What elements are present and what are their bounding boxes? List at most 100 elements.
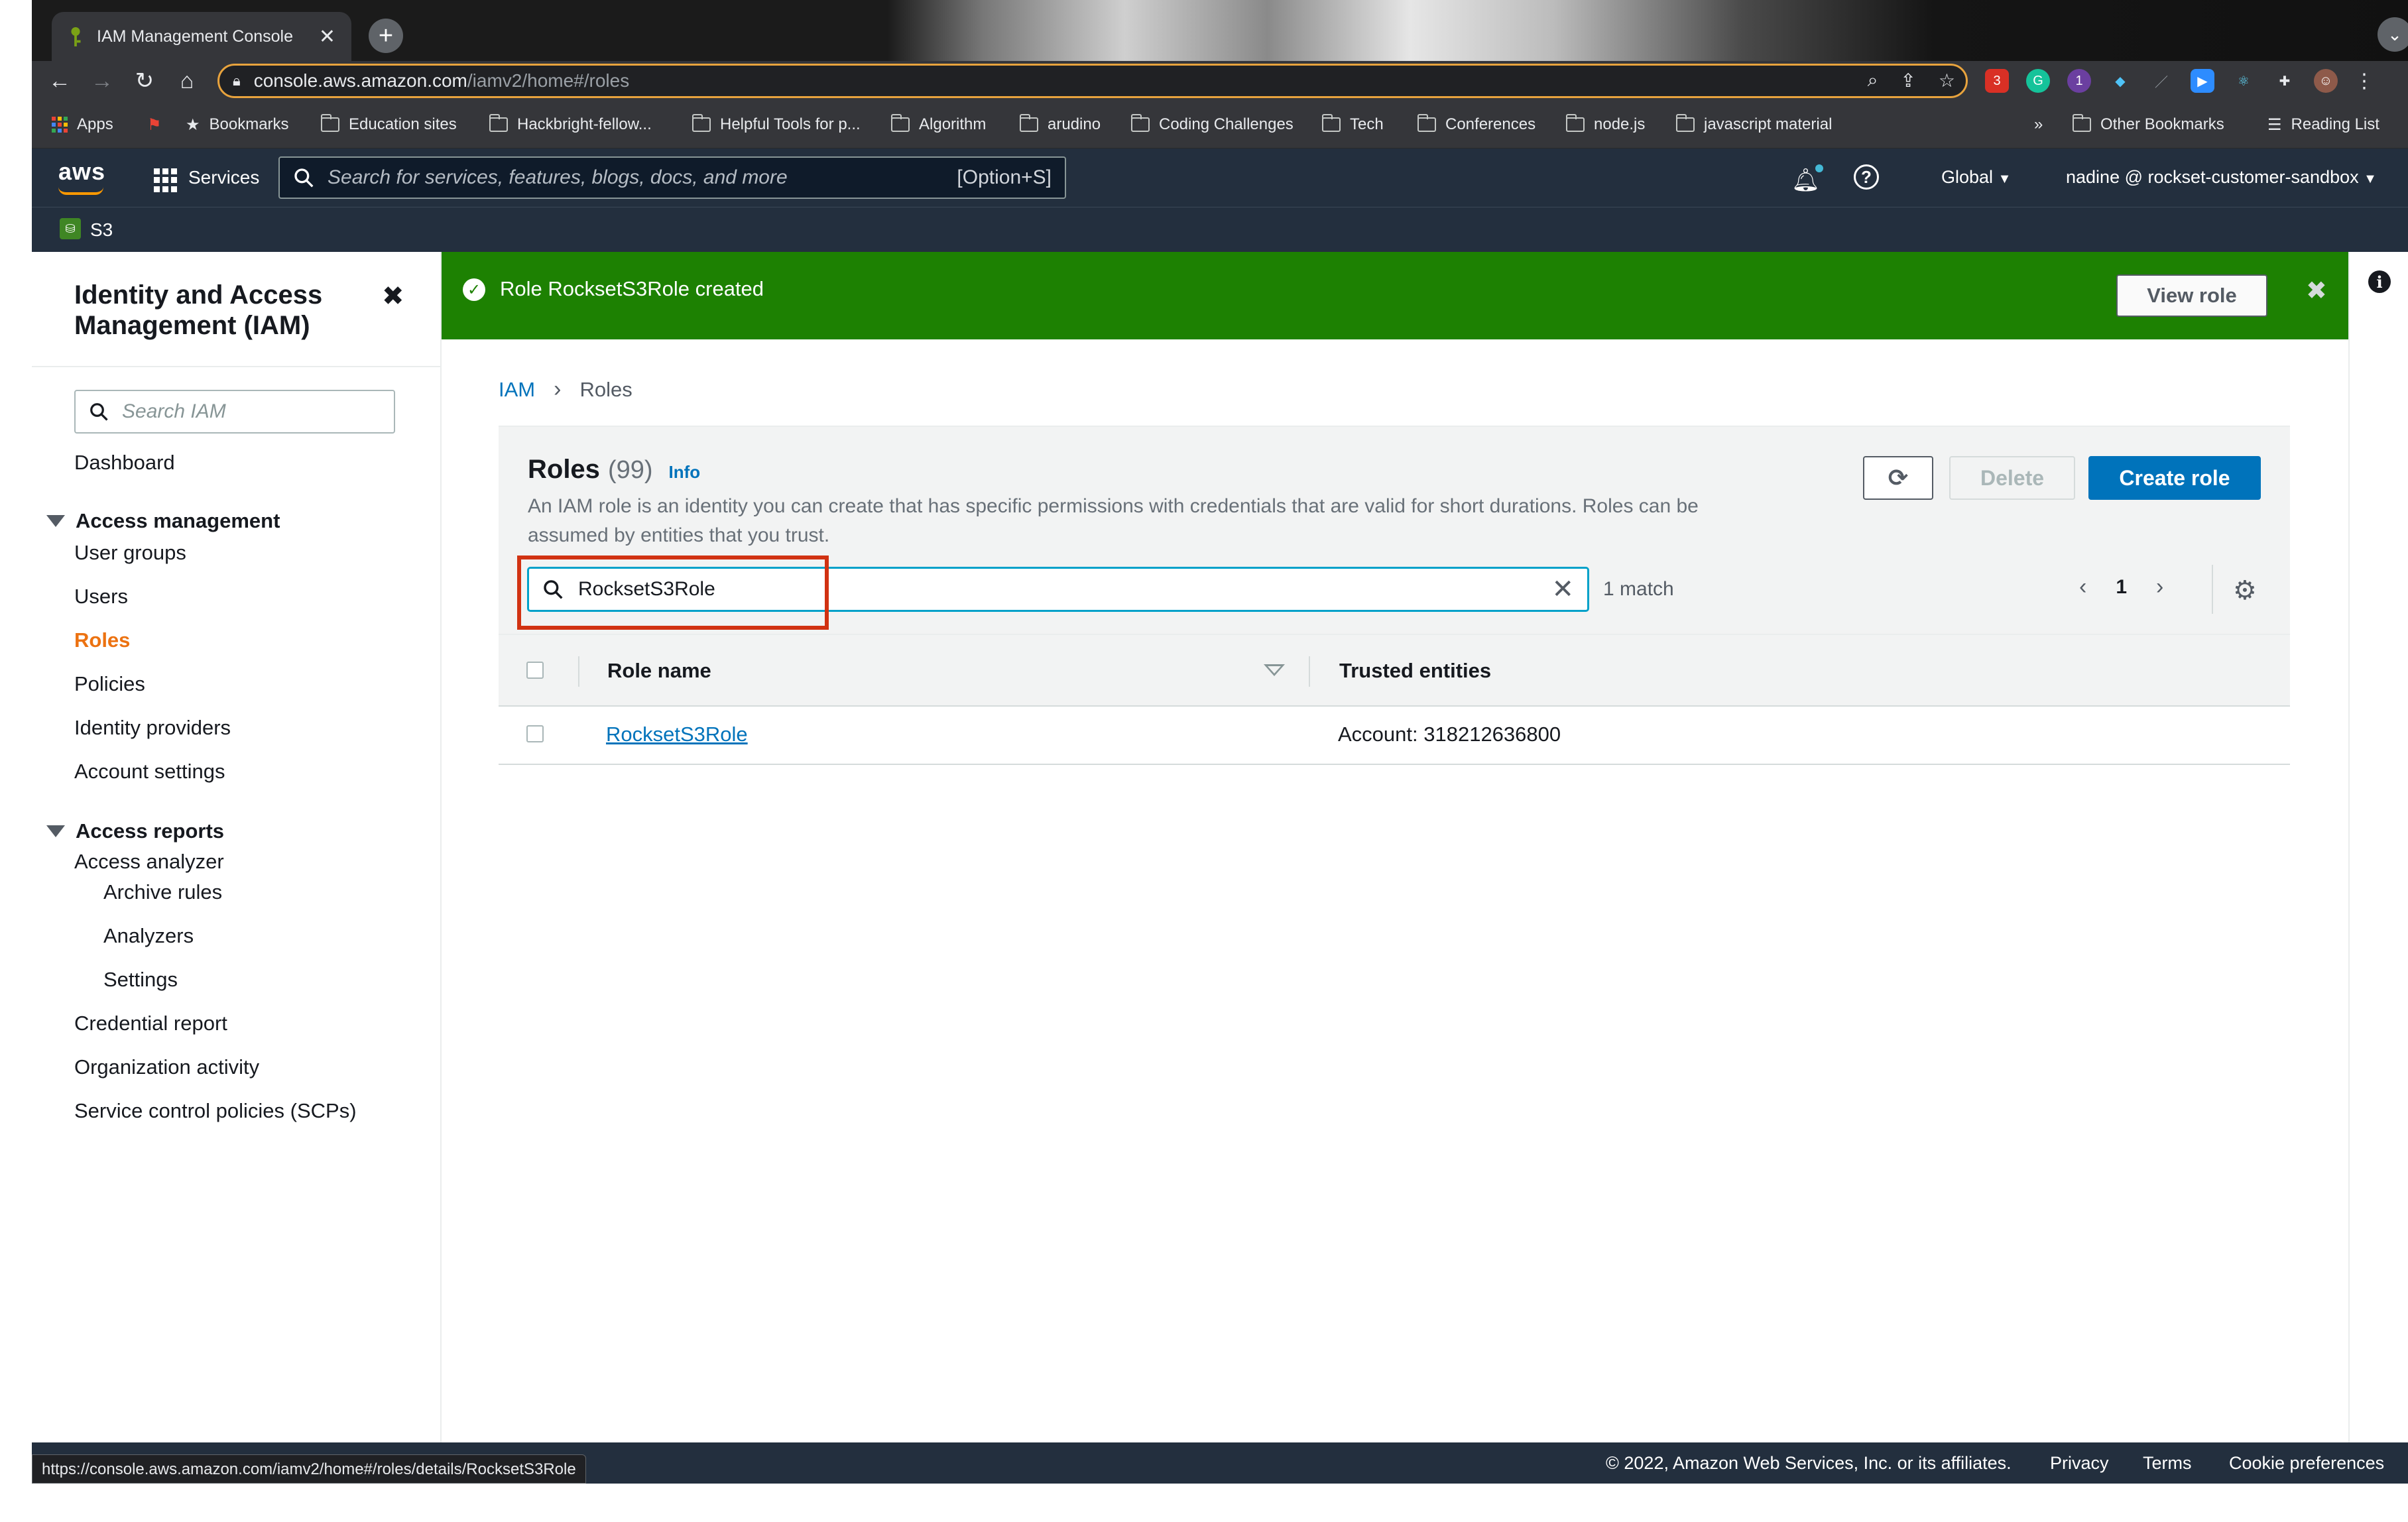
column-header-trusted-entities[interactable]: Trusted entities bbox=[1339, 659, 1491, 683]
sidebar-item-analyzers[interactable]: Analyzers bbox=[103, 924, 194, 948]
star-icon: ★ bbox=[186, 115, 200, 134]
bookmark-folder[interactable]: javascript material bbox=[1676, 113, 1832, 137]
sidebar-item-identity-providers[interactable]: Identity providers bbox=[74, 716, 231, 740]
bookmark-folder[interactable]: Coding Challenges bbox=[1131, 113, 1294, 137]
extension-zoom-icon[interactable]: ▶ bbox=[2191, 69, 2214, 93]
dismiss-flash-icon[interactable]: ✖ bbox=[2306, 276, 2327, 306]
browser-status-url: https://console.aws.amazon.com/iamv2/hom… bbox=[32, 1454, 586, 1484]
close-navigation-icon[interactable]: ✖ bbox=[382, 281, 404, 312]
extension-react-icon[interactable]: ⚛ bbox=[2232, 69, 2256, 93]
reload-icon[interactable]: ↻ bbox=[130, 66, 159, 95]
account-menu[interactable]: nadine @ rockset-customer-sandbox ▼ bbox=[2066, 167, 2377, 188]
sidebar-section-access-reports[interactable]: Access reports bbox=[46, 819, 224, 843]
breadcrumb-iam[interactable]: IAM bbox=[499, 378, 535, 402]
create-role-button[interactable]: Create role bbox=[2088, 456, 2261, 500]
aws-global-search[interactable]: Search for services, features, blogs, do… bbox=[278, 156, 1066, 199]
bookmark-folder[interactable]: Helpful Tools for p... bbox=[692, 113, 861, 137]
tab-search-icon[interactable]: ⌄ bbox=[2378, 17, 2408, 52]
address-bar[interactable]: 🔒︎ console.aws.amazon.com/iamv2/home#/ro… bbox=[217, 64, 1968, 98]
extension-diamond-icon[interactable]: ◆ bbox=[2108, 69, 2132, 93]
browser-menu-icon[interactable]: ⋮ bbox=[2352, 69, 2376, 93]
sidebar-section-access-management[interactable]: Access management bbox=[46, 509, 280, 533]
trusted-entities-cell: Account: 318212636800 bbox=[1338, 723, 1561, 746]
refresh-icon: ⟳ bbox=[1888, 464, 1909, 491]
region-selector[interactable]: Global ▼ bbox=[1941, 167, 2011, 188]
home-icon[interactable]: ⌂ bbox=[172, 66, 202, 95]
column-header-role-name[interactable]: Role name bbox=[607, 659, 711, 683]
bookmark-folder[interactable]: Conferences bbox=[1417, 113, 1535, 137]
new-tab-icon[interactable]: + bbox=[369, 19, 403, 53]
folder-icon bbox=[692, 114, 711, 132]
bookmark-folder[interactable]: Algorithm bbox=[891, 113, 986, 137]
sidebar-item-access-analyzer[interactable]: Access analyzer bbox=[74, 850, 224, 874]
footer-privacy-link[interactable]: Privacy bbox=[2050, 1453, 2109, 1474]
sidebar-item-credential-report[interactable]: Credential report bbox=[74, 1012, 227, 1035]
table-settings-gear-icon[interactable]: ⚙ bbox=[2233, 575, 2257, 606]
extension-pen-icon[interactable]: ／ bbox=[2149, 69, 2173, 93]
sidebar-item-user-groups[interactable]: User groups bbox=[74, 541, 186, 565]
sidebar-item-settings[interactable]: Settings bbox=[103, 968, 178, 992]
page-number[interactable]: 1 bbox=[2116, 576, 2127, 599]
services-grid-icon[interactable] bbox=[154, 168, 178, 192]
sidebar-item-organization-activity[interactable]: Organization activity bbox=[74, 1055, 259, 1079]
info-link[interactable]: Info bbox=[669, 462, 701, 483]
pinned-service-s3[interactable]: S3 bbox=[90, 219, 113, 241]
bookmark-folder[interactable]: arudino bbox=[1020, 113, 1101, 137]
extension-color-icon[interactable]: 1 bbox=[2067, 69, 2091, 93]
role-name-link[interactable]: RocksetS3Role bbox=[606, 723, 748, 746]
next-page-icon[interactable]: › bbox=[2156, 574, 2163, 600]
search-icon bbox=[294, 168, 314, 188]
bookmark-folder[interactable]: Hackbright-fellow... bbox=[489, 113, 652, 137]
bookmark-folder[interactable]: node.js bbox=[1566, 113, 1645, 137]
share-icon[interactable]: ⇪ bbox=[1900, 70, 1915, 91]
flash-message: Role RocksetS3Role created bbox=[500, 277, 764, 300]
sort-descending-icon[interactable] bbox=[1264, 664, 1285, 676]
iam-side-navigation: Identity and Access Management (IAM) ✖ S… bbox=[32, 252, 442, 1442]
browser-tabstrip: IAM Management Console ✕ + ⌄ bbox=[32, 0, 2408, 61]
sidebar-item-roles[interactable]: Roles bbox=[74, 628, 130, 652]
refresh-button[interactable]: ⟳ bbox=[1863, 456, 1933, 500]
tab-close-icon[interactable]: ✕ bbox=[319, 25, 335, 48]
bookmark-bookmarks[interactable]: ★ Bookmarks bbox=[186, 113, 289, 137]
extension-grammarly-icon[interactable]: G bbox=[2026, 69, 2050, 93]
sidebar-item-scps[interactable]: Service control policies (SCPs) bbox=[74, 1099, 357, 1123]
delete-button[interactable]: Delete bbox=[1949, 456, 2075, 500]
footer-cookie-preferences-link[interactable]: Cookie preferences bbox=[2229, 1453, 2384, 1474]
notifications-bell-icon[interactable]: 🔔︎ bbox=[1791, 164, 1823, 194]
bookmark-folder[interactable]: Tech bbox=[1322, 113, 1384, 137]
extension-calendar-icon[interactable]: 3 bbox=[1985, 69, 2009, 93]
bookmark-apps[interactable]: Apps bbox=[52, 113, 113, 137]
previous-page-icon[interactable]: ‹ bbox=[2079, 574, 2086, 600]
back-icon[interactable]: ← bbox=[45, 66, 74, 95]
sidebar-item-users[interactable]: Users bbox=[74, 585, 128, 609]
sidebar-item-account-settings[interactable]: Account settings bbox=[74, 760, 225, 784]
view-role-button[interactable]: View role bbox=[2116, 274, 2267, 317]
zoom-icon[interactable]: ⌕ bbox=[1868, 70, 1878, 91]
sidebar-item-policies[interactable]: Policies bbox=[74, 672, 145, 696]
forward-icon[interactable]: → bbox=[88, 66, 117, 95]
aws-logo[interactable]: aws bbox=[58, 158, 105, 186]
row-checkbox[interactable] bbox=[526, 725, 544, 742]
bookmark-other-bookmarks[interactable]: Other Bookmarks bbox=[2073, 113, 2224, 137]
profile-avatar[interactable]: ☺ bbox=[2314, 69, 2338, 93]
clear-filter-icon[interactable]: ✕ bbox=[1551, 574, 1574, 605]
services-menu[interactable]: Services bbox=[188, 167, 259, 188]
bookmarks-overflow[interactable]: » bbox=[2034, 113, 2043, 137]
help-icon[interactable]: ? bbox=[1854, 164, 1879, 190]
sidebar-item-dashboard[interactable]: Dashboard bbox=[74, 451, 175, 475]
bookmark-reading-list[interactable]: ☰ Reading List bbox=[2267, 113, 2379, 137]
bookmark-star-icon[interactable]: ☆ bbox=[1939, 70, 1955, 91]
s3-service-icon[interactable]: ⛁ bbox=[60, 218, 81, 239]
iam-search-input[interactable]: Search IAM bbox=[74, 390, 395, 434]
extensions-puzzle-icon[interactable]: ✚ bbox=[2273, 69, 2297, 93]
help-panel-rail: i bbox=[2348, 252, 2408, 1442]
sidebar-item-archive-rules[interactable]: Archive rules bbox=[103, 880, 222, 904]
browser-toolbar: ← → ↻ ⌂ 🔒︎ console.aws.amazon.com/iamv2/… bbox=[32, 61, 2408, 101]
footer-terms-link[interactable]: Terms bbox=[2143, 1453, 2192, 1474]
select-all-checkbox[interactable] bbox=[526, 662, 544, 679]
bookmark-flag-icon[interactable]: ⚑ bbox=[147, 113, 162, 137]
bookmark-folder[interactable]: Education sites bbox=[321, 113, 457, 137]
browser-tab[interactable]: IAM Management Console ✕ bbox=[52, 12, 351, 61]
folder-icon bbox=[891, 114, 910, 132]
info-panel-icon[interactable]: i bbox=[2368, 270, 2391, 293]
